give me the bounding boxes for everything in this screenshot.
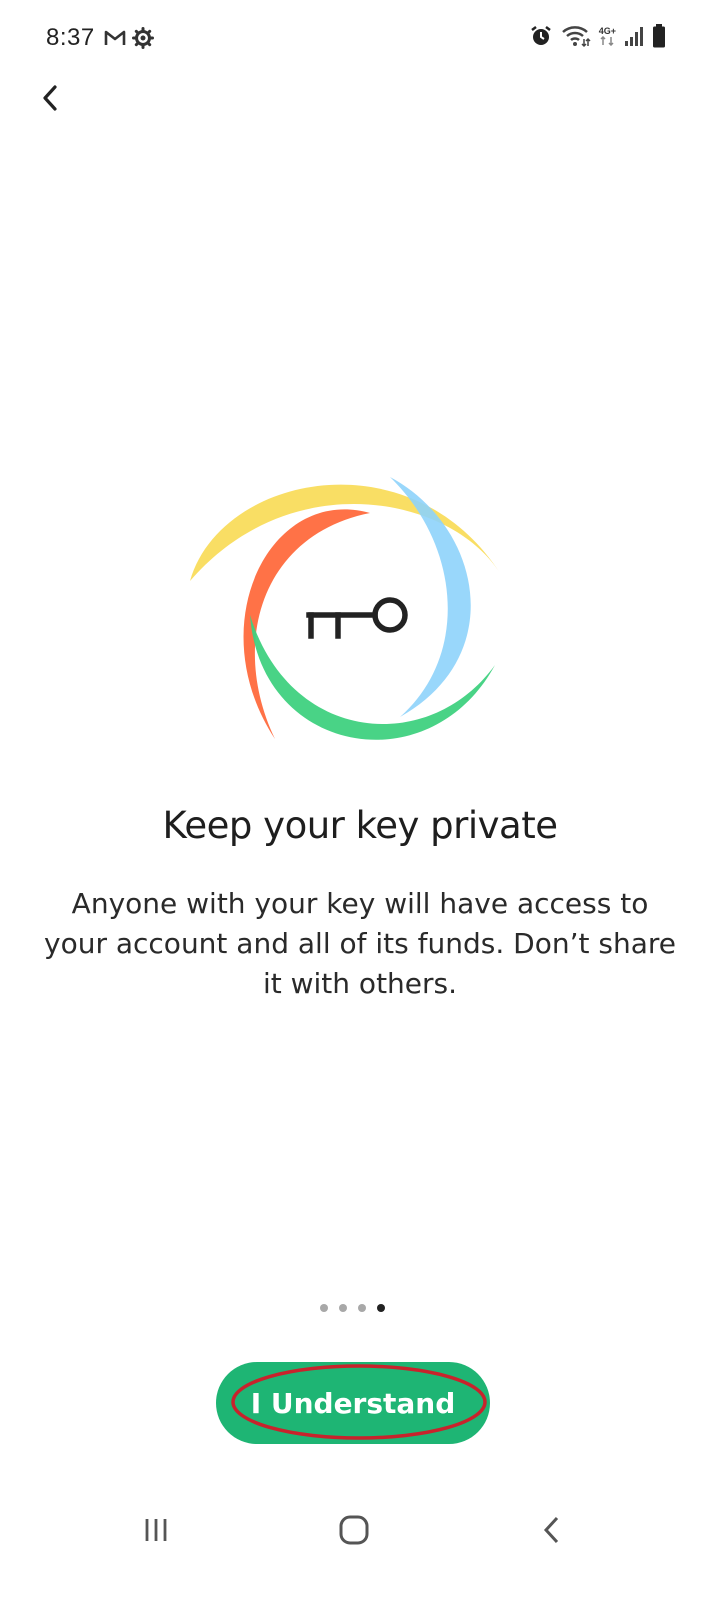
back-icon — [543, 1516, 559, 1544]
network-4g-icon: 4G+ — [599, 26, 616, 46]
page-dot — [320, 1304, 328, 1312]
alarm-icon — [530, 26, 551, 45]
page-indicator — [320, 1304, 385, 1312]
network-label: 4G+ — [598, 26, 616, 36]
home-icon — [339, 1515, 369, 1545]
chevron-left-icon — [43, 85, 57, 111]
battery-icon — [653, 24, 665, 48]
blue-arc — [390, 477, 471, 717]
wifi-icon — [561, 26, 591, 48]
i-understand-button[interactable]: I Understand — [216, 1362, 490, 1444]
system-nav-bar — [0, 1480, 720, 1580]
page-dot — [339, 1304, 347, 1312]
back-button[interactable] — [30, 78, 70, 118]
description-text: Anyone with your key will have access to… — [44, 887, 676, 1000]
settings-icon — [132, 27, 154, 49]
signal-icon — [625, 27, 643, 46]
page-title: Keep your key private — [162, 804, 558, 847]
recent-apps-icon — [145, 1519, 167, 1541]
key-illustration — [180, 455, 510, 765]
page-dot — [358, 1304, 366, 1312]
key-icon — [306, 597, 408, 639]
status-bar: 8:37 4G+ — [0, 0, 720, 80]
page-dot-active — [377, 1304, 385, 1312]
status-time: 8:37 — [46, 24, 95, 51]
home-button[interactable] — [324, 1510, 384, 1550]
nav-back-button[interactable] — [522, 1510, 582, 1550]
recent-apps-button[interactable] — [126, 1510, 186, 1550]
gmail-icon — [104, 30, 126, 45]
